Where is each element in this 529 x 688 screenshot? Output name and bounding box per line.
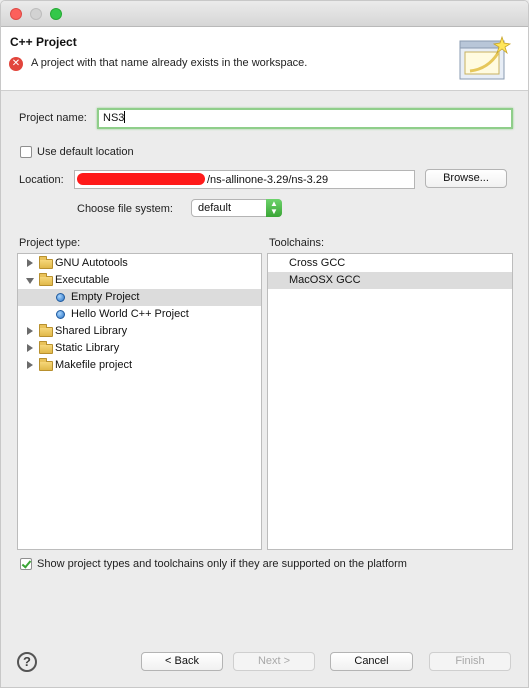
page-title: C++ Project bbox=[10, 35, 77, 49]
tree-item-empty-project[interactable]: Empty Project bbox=[18, 289, 261, 306]
expand-arrow-icon[interactable] bbox=[27, 344, 33, 352]
toolchains-list[interactable]: Cross GCC MacOSX GCC bbox=[267, 253, 513, 550]
browse-button[interactable]: Browse... bbox=[425, 169, 507, 188]
wizard-banner-icon bbox=[459, 35, 512, 80]
use-default-location-label: Use default location bbox=[37, 146, 134, 158]
tree-item-label: Static Library bbox=[55, 342, 120, 354]
folder-open-icon bbox=[39, 273, 53, 286]
select-arrows-icon: ▲ ▼ bbox=[266, 199, 282, 217]
project-name-label: Project name: bbox=[19, 112, 87, 124]
project-name-input[interactable]: NS3 bbox=[97, 108, 513, 129]
collapse-arrow-icon[interactable] bbox=[26, 278, 34, 284]
use-default-location-checkbox[interactable] bbox=[20, 146, 32, 158]
folder-icon bbox=[39, 256, 53, 269]
toolchain-item-macosx-gcc[interactable]: MacOSX GCC bbox=[268, 272, 512, 289]
tree-item-hello-world[interactable]: Hello World C++ Project bbox=[18, 306, 261, 323]
back-button[interactable]: < Back bbox=[141, 652, 223, 671]
tree-item-label: GNU Autotools bbox=[55, 257, 128, 269]
close-window-button[interactable] bbox=[10, 8, 22, 20]
location-label: Location: bbox=[19, 174, 64, 186]
project-type-tree[interactable]: GNU Autotools Executable Empty Project H… bbox=[17, 253, 262, 550]
wizard-header: C++ Project ✕ A project with that name a… bbox=[1, 27, 528, 91]
text-cursor bbox=[124, 111, 126, 123]
tree-item-makefile-project[interactable]: Makefile project bbox=[18, 357, 261, 374]
redaction-mark bbox=[77, 173, 205, 185]
toolchains-label: Toolchains: bbox=[269, 237, 325, 249]
project-type-label: Project type: bbox=[19, 237, 81, 249]
tree-item-label: Executable bbox=[55, 274, 110, 286]
tree-item-label: Shared Library bbox=[55, 325, 128, 337]
folder-icon bbox=[39, 358, 53, 371]
tree-item-shared-library[interactable]: Shared Library bbox=[18, 323, 261, 340]
tree-item-label: Empty Project bbox=[71, 291, 140, 303]
tree-item-static-library[interactable]: Static Library bbox=[18, 340, 261, 357]
error-icon: ✕ bbox=[9, 57, 23, 71]
show-supported-only-checkbox[interactable] bbox=[20, 558, 32, 570]
error-message: A project with that name already exists … bbox=[31, 57, 308, 69]
file-system-value: default bbox=[198, 202, 232, 214]
title-bar[interactable] bbox=[1, 1, 528, 27]
minimize-window-button[interactable] bbox=[30, 8, 42, 20]
file-system-select[interactable]: default ▲ ▼ bbox=[191, 199, 282, 217]
toolchain-item-cross-gcc[interactable]: Cross GCC bbox=[268, 255, 512, 272]
tree-item-label: Hello World C++ Project bbox=[71, 308, 189, 320]
folder-icon bbox=[39, 341, 53, 354]
tree-item-gnu-autotools[interactable]: GNU Autotools bbox=[18, 255, 261, 272]
expand-arrow-icon[interactable] bbox=[27, 327, 33, 335]
tree-item-executable[interactable]: Executable bbox=[18, 272, 261, 289]
location-value: /ns-allinone-3.29/ns-3.29 bbox=[207, 174, 329, 186]
zoom-window-button[interactable] bbox=[50, 8, 62, 20]
finish-button[interactable]: Finish bbox=[429, 652, 511, 671]
project-template-icon bbox=[56, 293, 65, 302]
project-name-value: NS3 bbox=[103, 112, 125, 124]
folder-icon bbox=[39, 324, 53, 337]
toolchain-label: MacOSX GCC bbox=[289, 274, 361, 286]
new-cpp-project-dialog: C++ Project ✕ A project with that name a… bbox=[0, 0, 529, 688]
file-system-label: Choose file system: bbox=[77, 203, 173, 215]
expand-arrow-icon[interactable] bbox=[27, 259, 33, 267]
show-supported-only-label: Show project types and toolchains only i… bbox=[37, 558, 407, 570]
cancel-button[interactable]: Cancel bbox=[330, 652, 413, 671]
toolchain-label: Cross GCC bbox=[289, 257, 346, 269]
expand-arrow-icon[interactable] bbox=[27, 361, 33, 369]
help-icon[interactable]: ? bbox=[17, 652, 37, 672]
next-button[interactable]: Next > bbox=[233, 652, 315, 671]
project-template-icon bbox=[56, 310, 65, 319]
tree-item-label: Makefile project bbox=[55, 359, 133, 371]
